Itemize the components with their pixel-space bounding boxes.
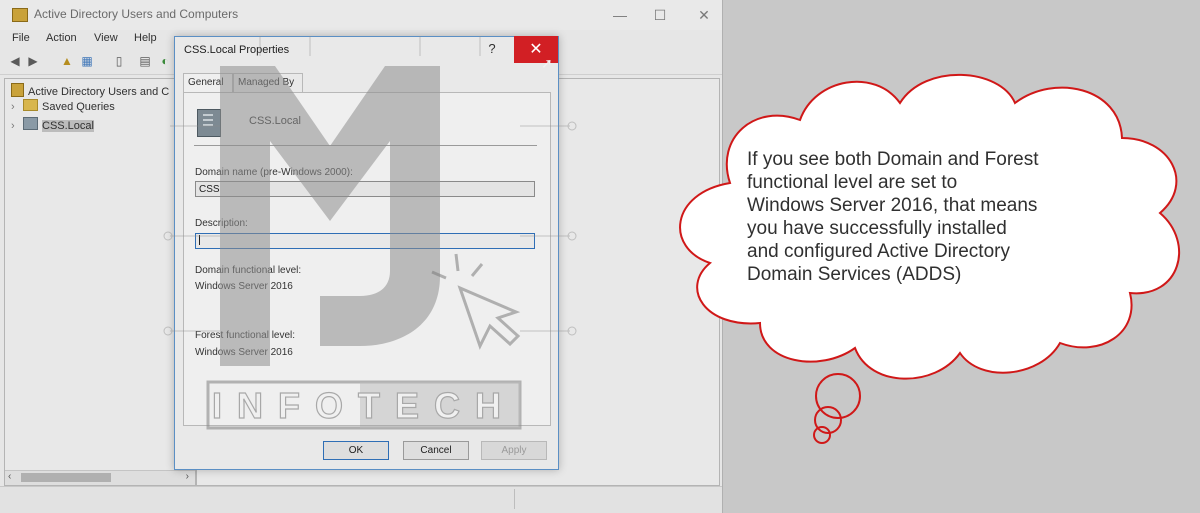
tree-item-css-local[interactable]: › CSS.Local <box>11 117 94 132</box>
forest-level-value: Windows Server 2016 <box>195 347 293 358</box>
description-label: Description: <box>195 218 248 229</box>
forward-arrow-icon[interactable]: ▶ <box>26 54 40 68</box>
properties-icon[interactable]: ▤ <box>138 54 152 68</box>
chevron-right-icon[interactable]: › <box>11 120 23 132</box>
menu-help[interactable]: Help <box>134 32 157 44</box>
divider <box>194 145 537 146</box>
domain-name-field[interactable]: CSS <box>195 181 535 197</box>
cancel-button[interactable]: Cancel <box>403 441 469 460</box>
window-title: Active Directory Users and Computers <box>34 7 239 21</box>
domain-server-icon <box>197 109 221 137</box>
tree-item-saved-queries[interactable]: › Saved Queries <box>11 99 115 113</box>
domain-level-label: Domain functional level: <box>195 265 302 276</box>
scroll-left-icon[interactable]: ‹ <box>8 471 11 482</box>
ad-app-icon <box>12 8 28 22</box>
callout-text: If you see both Domain and Forest functi… <box>747 148 1157 286</box>
menu-action[interactable]: Action <box>46 32 77 44</box>
menu-view[interactable]: View <box>94 32 118 44</box>
scrollbar-thumb[interactable] <box>21 473 111 482</box>
description-field[interactable] <box>195 233 535 249</box>
mouse-cursor-icon: ➚ <box>541 55 553 71</box>
refresh-icon[interactable]: ◐ <box>158 54 172 68</box>
scroll-right-icon[interactable]: › <box>186 471 189 482</box>
chevron-right-icon[interactable]: › <box>11 101 23 113</box>
clipboard-icon[interactable]: ▯ <box>112 54 126 68</box>
forest-level-label: Forest functional level: <box>195 330 296 341</box>
domain-level-value: Windows Server 2016 <box>195 281 293 292</box>
tree-root[interactable]: Active Directory Users and C <box>11 83 169 98</box>
callout-line: and configured Active Directory <box>747 241 1010 262</box>
status-bar <box>0 486 722 513</box>
properties-dialog: CSS.Local Properties ? ✕ ➚ General Manag… <box>174 36 559 470</box>
tree-item-label: Saved Queries <box>42 101 115 113</box>
close-window-button[interactable]: ✕ <box>684 4 724 26</box>
general-tab-panel: CSS.Local Domain name (pre-Windows 2000)… <box>183 92 551 426</box>
maximize-button[interactable]: ☐ <box>640 4 680 26</box>
callout-line: If you see both Domain and Forest <box>747 149 1039 170</box>
menu-file[interactable]: File <box>12 32 30 44</box>
folder-icon <box>23 99 38 111</box>
dialog-title: CSS.Local Properties <box>184 44 290 56</box>
text-caret <box>199 235 200 245</box>
callout-line: Domain Services (ADDS) <box>747 264 962 285</box>
help-button[interactable]: ? <box>483 41 501 59</box>
horizontal-scrollbar[interactable]: ‹ › <box>5 470 195 485</box>
callout-line: Windows Server 2016, that means <box>747 195 1038 216</box>
up-folder-icon[interactable]: ▲ <box>60 54 74 68</box>
callout-line: functional level are set to <box>747 172 958 193</box>
callout-line: you have successfully installed <box>747 218 1007 239</box>
ok-button[interactable]: OK <box>323 441 389 460</box>
tab-managed-by[interactable]: Managed By <box>233 73 303 92</box>
object-name: CSS.Local <box>249 115 301 127</box>
status-separator <box>514 489 515 509</box>
minimize-button[interactable]: — <box>600 4 640 26</box>
window-titlebar: Active Directory Users and Computers — ☐… <box>0 0 722 30</box>
domain-name-label: Domain name (pre-Windows 2000): <box>195 167 353 178</box>
tab-general[interactable]: General <box>183 73 233 93</box>
show-tree-icon[interactable]: ▦ <box>80 54 94 68</box>
back-arrow-icon[interactable]: ◀ <box>8 54 22 68</box>
console-tree: Active Directory Users and C › Saved Quer… <box>4 78 196 486</box>
tree-root-label: Active Directory Users and C <box>28 86 170 98</box>
domain-icon <box>23 117 38 130</box>
ad-root-icon <box>11 83 24 97</box>
apply-button[interactable]: Apply <box>481 441 547 460</box>
tree-item-label: CSS.Local <box>42 120 94 132</box>
